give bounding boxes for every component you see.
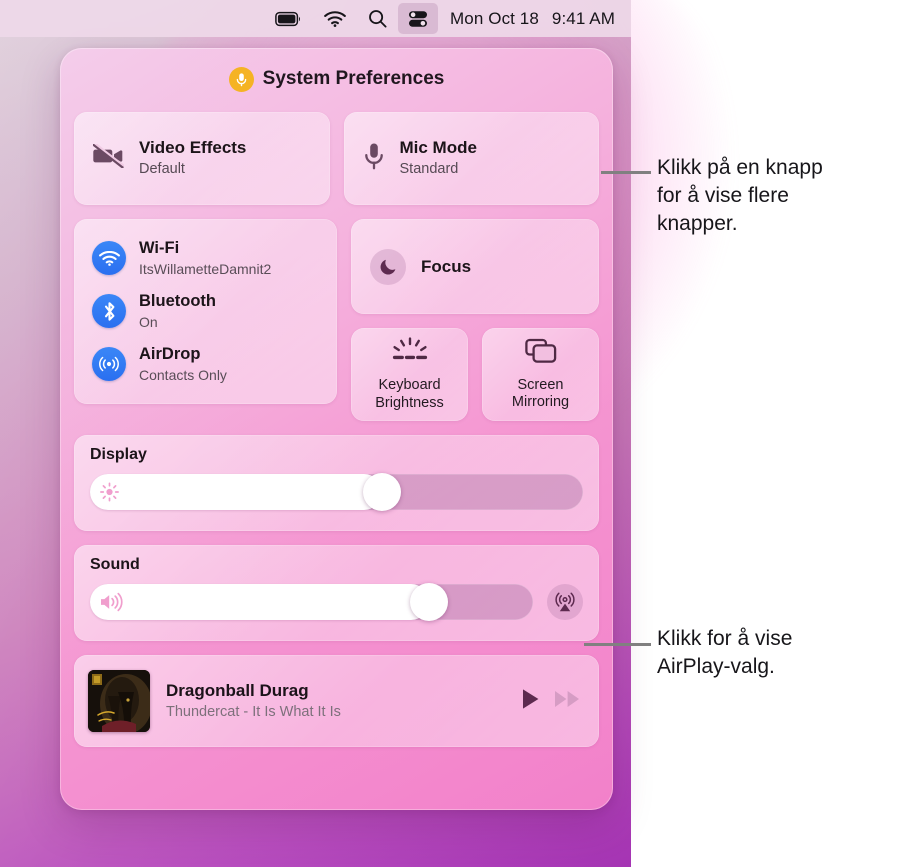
focus-tile[interactable]: Focus — [351, 219, 599, 314]
menu-bar-time: 9:41 AM — [551, 8, 615, 28]
now-playing-card[interactable]: Dragonball Durag Thundercat - It Is What… — [74, 655, 599, 747]
wifi-icon[interactable] — [313, 0, 357, 37]
callout-buttons-line1: Klikk på en knapp — [657, 156, 823, 179]
display-slider-fill — [90, 474, 382, 510]
display-title: Display — [90, 446, 147, 463]
control-center-panel: System Preferences Video Effects Default — [60, 48, 613, 810]
callout-airplay-line2: AirPlay-valg. — [657, 655, 775, 679]
speaker-volume-icon — [100, 592, 124, 612]
panel-title-bar: System Preferences — [74, 48, 599, 110]
small-tile-row: Keyboard Brightness Screen Mirroring — [351, 328, 599, 421]
bluetooth-icon — [92, 294, 126, 329]
video-effects-label: Video Effects — [139, 138, 247, 158]
wifi-label: Wi-Fi — [139, 239, 180, 257]
keyboard-brightness-tile[interactable]: Keyboard Brightness — [351, 328, 468, 421]
menu-bar: Mon Oct 18 9:41 AM — [0, 0, 631, 37]
callout-leader-line-buttons — [601, 171, 651, 174]
callout-buttons: Klikk på en knapp for å vise flere knapp… — [657, 154, 823, 238]
sound-volume-slider[interactable] — [90, 583, 533, 621]
middle-tile-row: Wi-Fi ItsWillametteDamnit2 Bluetooth On — [74, 219, 599, 421]
moon-icon — [370, 248, 406, 285]
keyboard-brightness-icon — [389, 337, 431, 370]
display-card: Display — [74, 435, 599, 531]
top-tile-row: Video Effects Default Mic Mode Standard — [74, 112, 599, 205]
airdrop-label: AirDrop — [139, 344, 201, 363]
airdrop-value: Contacts Only — [139, 366, 227, 383]
display-slider-thumb[interactable] — [363, 473, 401, 511]
control-center-icon[interactable] — [398, 3, 439, 34]
mic-mode-tile[interactable]: Mic Mode Standard — [343, 112, 599, 205]
callout-leader-line-airplay — [584, 643, 651, 646]
now-playing-controls — [521, 688, 581, 715]
microphone-icon — [228, 66, 254, 92]
screen-mirroring-label-line1: Screen — [517, 376, 564, 393]
network-tile: Wi-Fi ItsWillametteDamnit2 Bluetooth On — [74, 219, 337, 404]
wifi-icon — [92, 241, 126, 276]
sound-title: Sound — [90, 556, 140, 573]
sound-slider-fill — [90, 584, 429, 620]
sound-slider-line — [90, 583, 583, 621]
bluetooth-value: On — [139, 313, 158, 330]
callout-buttons-line3: knapper. — [657, 212, 738, 236]
battery-icon[interactable] — [264, 0, 313, 37]
video-camera-off-icon — [92, 142, 125, 173]
album-artwork — [88, 670, 150, 732]
microphone-icon — [363, 142, 385, 175]
keyboard-brightness-label-line2: Brightness — [375, 394, 444, 411]
now-playing-title: Dragonball Durag — [166, 680, 309, 700]
airdrop-icon — [92, 347, 126, 382]
callout-airplay: Klikk for å vise AirPlay-valg. — [657, 625, 792, 681]
callout-airplay-line1: Klikk for å vise — [657, 627, 793, 650]
screen-mirroring-icon — [524, 338, 557, 370]
mic-mode-value: Standard — [399, 160, 459, 177]
display-brightness-slider[interactable] — [90, 473, 583, 511]
wifi-value: ItsWillametteDamnit2 — [139, 260, 272, 277]
display-slider-line — [90, 473, 583, 511]
sound-card: Sound — [74, 545, 599, 641]
callout-buttons-line2: for å vise flere — [657, 184, 789, 208]
sidebar-item-bluetooth[interactable]: Bluetooth On — [74, 285, 337, 338]
search-icon[interactable] — [357, 0, 398, 37]
now-playing-subtitle: Thundercat - It Is What It Is — [166, 704, 341, 721]
right-tile-column: Focus Keyboard Brightness Screen Mirrori… — [351, 219, 599, 421]
screen-mirroring-tile[interactable]: Screen Mirroring — [482, 328, 599, 421]
now-playing-meta: Dragonball Durag Thundercat - It Is What… — [166, 680, 505, 722]
screen-mirroring-label-line2: Mirroring — [511, 394, 570, 410]
focus-label: Focus — [421, 256, 472, 276]
mic-mode-label: Mic Mode — [399, 138, 477, 158]
sidebar-item-wifi[interactable]: Wi-Fi ItsWillametteDamnit2 — [74, 232, 337, 285]
airplay-audio-icon[interactable] — [547, 584, 583, 620]
play-icon[interactable] — [521, 688, 540, 715]
sidebar-item-airdrop[interactable]: AirDrop Contacts Only — [74, 338, 337, 391]
video-effects-tile[interactable]: Video Effects Default — [74, 112, 330, 205]
menu-bar-date: Mon Oct 18 — [450, 8, 539, 28]
brightness-icon — [100, 482, 119, 502]
page-title: System Preferences — [262, 68, 445, 89]
sound-slider-thumb[interactable] — [409, 583, 448, 621]
video-effects-value: Default — [139, 160, 185, 177]
fast-forward-icon[interactable] — [554, 689, 581, 714]
keyboard-brightness-label-line1: Keyboard — [378, 377, 441, 394]
menu-bar-clock[interactable]: Mon Oct 18 9:41 AM — [438, 9, 617, 29]
bluetooth-label: Bluetooth — [139, 291, 216, 310]
